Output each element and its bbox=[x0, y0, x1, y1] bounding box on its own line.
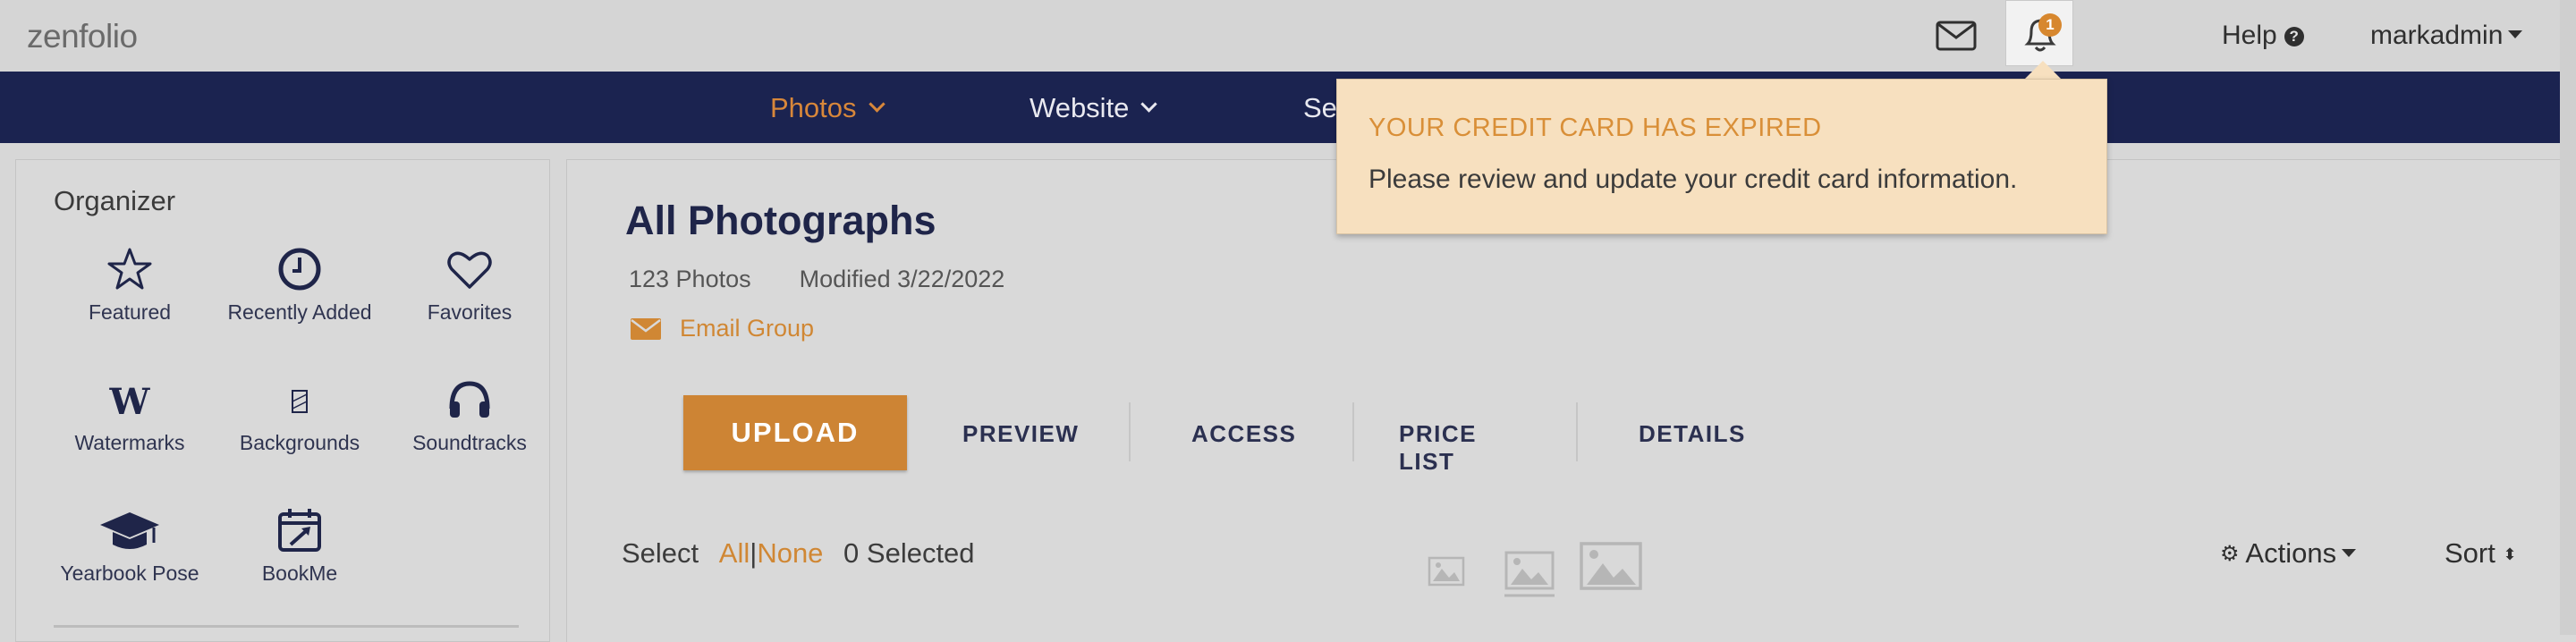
caret-down-icon bbox=[2342, 549, 2357, 557]
page-scrollbar[interactable] bbox=[2560, 0, 2576, 635]
select-label: Select bbox=[622, 537, 699, 569]
tab-access[interactable]: ACCESS bbox=[1191, 420, 1296, 448]
nav-website-label: Website bbox=[1030, 92, 1130, 123]
tab-divider bbox=[1352, 402, 1354, 461]
tab-price-list[interactable]: PRICE LIST bbox=[1399, 420, 1477, 476]
email-group-label: Email Group bbox=[680, 315, 815, 342]
modified-date: Modified 3/22/2022 bbox=[799, 266, 1005, 292]
nav-services-label: Se bbox=[1303, 92, 1337, 123]
watermark-icon: W bbox=[109, 381, 151, 423]
tile-label: BookMe bbox=[261, 562, 338, 585]
tab-divider bbox=[1576, 402, 1578, 461]
tile-label: Backgrounds bbox=[239, 431, 360, 454]
tile-label: Watermarks bbox=[74, 431, 185, 454]
notification-body: Please review and update your credit car… bbox=[1368, 165, 2018, 194]
small-thumbnail-icon[interactable] bbox=[1428, 556, 1465, 587]
gallery-meta: 123 Photos Modified 3/22/2022 bbox=[629, 266, 1053, 293]
sidebar-divider bbox=[54, 625, 519, 628]
photo-count: 123 Photos bbox=[629, 266, 751, 292]
page-title: All Photographs bbox=[625, 198, 936, 243]
tile-label: Yearbook Pose bbox=[60, 562, 199, 585]
chevron-down-icon bbox=[868, 96, 886, 113]
nav-item-photos[interactable]: Photos bbox=[770, 92, 886, 124]
actions-label: Actions bbox=[2245, 537, 2337, 569]
large-thumbnail-icon[interactable] bbox=[1580, 542, 1642, 590]
organizer-tile-favorites[interactable]: Favorites bbox=[385, 244, 555, 327]
upload-button[interactable]: UPLOAD bbox=[683, 395, 907, 470]
user-label: markadmin bbox=[2370, 21, 2504, 50]
thumbnail-size-toggle bbox=[1428, 538, 1642, 605]
nav-item-services[interactable]: Se bbox=[1303, 92, 1337, 124]
organizer-tile-soundtracks[interactable]: Soundtracks bbox=[385, 375, 555, 458]
tile-label: Favorites bbox=[427, 300, 513, 324]
organizer-title: Organizer bbox=[54, 185, 176, 216]
medium-thumbnail-icon[interactable] bbox=[1504, 551, 1555, 597]
organizer-tile-featured[interactable]: Featured bbox=[45, 244, 215, 327]
gear-icon: ⚙ bbox=[2220, 542, 2240, 566]
selection-row: Select All|None 0 Selected bbox=[622, 537, 975, 570]
sort-menu[interactable]: Sort ⬍ bbox=[2445, 537, 2517, 570]
organizer-tile-recently-added[interactable]: Recently Added bbox=[215, 244, 385, 327]
actions-menu[interactable]: ⚙ Actions bbox=[2220, 537, 2357, 570]
select-all-link[interactable]: All bbox=[719, 537, 750, 569]
organizer-tile-backgrounds[interactable]: Backgrounds bbox=[215, 375, 385, 458]
thumbnail-size-icons bbox=[1428, 542, 1642, 597]
help-menu[interactable]: Help? bbox=[2222, 21, 2304, 51]
graduation-cap-icon bbox=[100, 512, 159, 549]
notification-title: YOUR CREDIT CARD HAS EXPIRED bbox=[1368, 114, 1822, 142]
clock-icon bbox=[278, 248, 321, 291]
zenfolio-logo[interactable]: zenfolio bbox=[27, 18, 138, 55]
star-icon bbox=[107, 248, 152, 290]
help-label: Help bbox=[2222, 21, 2277, 50]
sort-updown-icon: ⬍ bbox=[2503, 545, 2517, 563]
notifications-button[interactable]: 1 bbox=[2005, 0, 2073, 66]
sort-label: Sort bbox=[2445, 537, 2496, 569]
organizer-tile-watermarks[interactable]: W Watermarks bbox=[45, 375, 215, 458]
notification-count-badge: 1 bbox=[2038, 13, 2062, 37]
background-icon bbox=[292, 390, 308, 413]
chevron-down-icon bbox=[1140, 96, 1158, 113]
tab-preview[interactable]: PREVIEW bbox=[962, 420, 1079, 448]
tile-label: Featured bbox=[88, 300, 172, 324]
tile-label: Recently Added bbox=[227, 300, 372, 324]
mail-icon[interactable] bbox=[1936, 18, 1977, 54]
organizer-sidebar: Organizer Featured Recently Added Favori… bbox=[15, 159, 550, 642]
headphones-icon bbox=[449, 381, 490, 418]
nav-photos-label: Photos bbox=[770, 92, 857, 123]
organizer-tile-bookme[interactable]: BookMe bbox=[215, 505, 385, 588]
tile-label: Soundtracks bbox=[412, 431, 527, 454]
notification-popup-pointer bbox=[2023, 61, 2063, 80]
calendar-icon bbox=[278, 509, 321, 552]
nav-item-website[interactable]: Website bbox=[1030, 92, 1158, 124]
tab-details[interactable]: DETAILS bbox=[1639, 420, 1746, 448]
caret-down-icon bbox=[2508, 30, 2523, 38]
top-bar: zenfolio 1 Help? markadmin bbox=[0, 0, 2576, 72]
select-none-link[interactable]: None bbox=[757, 537, 823, 569]
question-icon: ? bbox=[2284, 27, 2304, 46]
notification-popup[interactable]: YOUR CREDIT CARD HAS EXPIRED Please revi… bbox=[1336, 79, 2107, 234]
envelope-icon bbox=[631, 318, 661, 340]
user-menu[interactable]: markadmin bbox=[2370, 21, 2523, 51]
selected-count: 0 Selected bbox=[843, 537, 975, 569]
main-nav: Photos Website Se bbox=[0, 72, 2576, 143]
email-group-link[interactable]: Email Group bbox=[630, 315, 814, 342]
organizer-tile-yearbook-pose[interactable]: Yearbook Pose bbox=[45, 505, 215, 588]
heart-icon bbox=[447, 251, 492, 289]
svg-text:W: W bbox=[109, 381, 151, 423]
tab-divider bbox=[1129, 402, 1131, 461]
